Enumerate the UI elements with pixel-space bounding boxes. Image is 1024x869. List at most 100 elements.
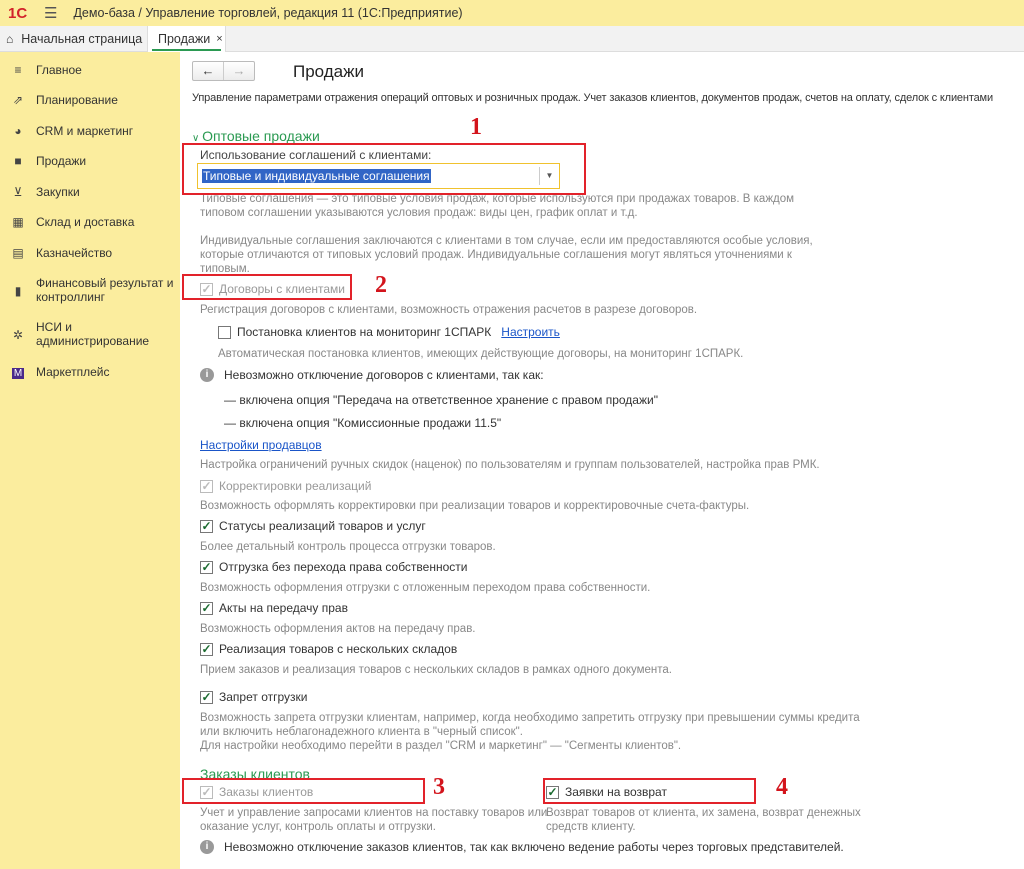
sidebar-item-nsi[interactable]: ✲ НСИ и администрирование [0,320,180,348]
bag-icon: ■ [14,154,22,168]
option-checkbox[interactable]: ✓ Запрет отгрузки [200,690,307,704]
sidebar-item-sales[interactable]: ■ Продажи [0,154,180,168]
checkbox-label: Статусы реализаций товаров и услуг [219,519,426,533]
sidebar-item-label: Продажи [36,154,87,168]
checkbox-icon: ✓ [200,559,213,574]
section-wholesale[interactable]: ∨ Оптовые продажи [192,128,320,144]
sidebar-item-finance[interactable]: ▮ Финансовый результат и контроллинг [0,276,180,304]
nav-buttons: ← → [192,61,255,81]
option-checkbox[interactable]: ✓ Статусы реализаций товаров и услуг [200,519,426,533]
annotation-number: 3 [433,774,445,800]
help-text: типовом соглашении указываются условия п… [200,207,638,219]
help-text: Для настройки необходимо перейти в разде… [200,740,682,752]
info-text: Невозможно отключение заказов клиентов, … [224,840,844,854]
sidebar-item-label: контроллинг [36,290,105,304]
sidebar-item-label: CRM и маркетинг [36,124,134,138]
help-text: Возможность оформления отгрузки с отложе… [200,582,651,594]
checkbox-label: Корректировки реализаций [219,479,372,493]
tab-home[interactable]: ⌂ Начальная страница [0,26,148,52]
sidebar-item-purchases[interactable]: ⊻ Закупки [0,185,180,199]
chart-icon: ⇗ [12,93,24,107]
sidebar-item-label: Маркетплейс [36,365,110,379]
help-text: Учет и управление запросами клиентов на … [200,807,548,819]
checkbox-icon: ✓ [200,478,213,493]
forward-button[interactable]: → [224,62,254,80]
home-icon: ⌂ [6,32,14,46]
checkbox-label: Акты на передачу прав [219,601,348,615]
help-text: Настройка ограничений ручных скидок (нац… [200,459,820,471]
info-icon: i [200,368,214,382]
coins-icon: ▤ [12,246,24,260]
checkbox-label: Реализация товаров с нескольких складов [219,642,458,656]
sidebar-item-main[interactable]: ≡ Главное [0,63,180,77]
checkbox-label: Запрет отгрузки [219,690,308,704]
annotation-box [543,778,756,804]
pie-icon: ◕ [14,124,22,138]
annotation-number: 1 [470,114,482,140]
sidebar-item-crm[interactable]: ◕ CRM и маркетинг [0,124,180,138]
checkbox-label: Постановка клиентов на мониторинг 1СПАРК [237,325,492,339]
spark-checkbox[interactable]: Постановка клиентов на мониторинг 1СПАРК… [218,325,560,339]
sidebar-item-label: Закупки [36,185,80,199]
sidebar-item-label: Финансовый результат и [36,276,174,290]
sidebar-item-treasury[interactable]: ▤ Казначейство [0,246,180,260]
tab-label: Начальная страница [21,32,143,46]
info-text: Невозможно отключение договоров с клиент… [224,368,544,382]
sellers-settings-link[interactable]: Настройки продавцов [200,438,322,452]
orders-info: i Невозможно отключение заказов клиентов,… [200,840,844,854]
help-text: которые отличаются от типовых условий пр… [200,249,792,261]
bar-chart-icon: ▮ [14,284,22,298]
cart-icon: ⊻ [13,185,23,199]
sidebar-item-label: Склад и доставка [36,215,135,229]
checkbox-icon: ✓ [200,600,213,615]
checkbox-icon [218,325,231,339]
help-text: Возможность оформления актов на передачу… [200,623,476,635]
info-text: — включена опция "Комиссионные продажи 1… [224,416,502,430]
help-text: оказание услуг, контроль оплаты и отгруз… [200,821,436,833]
help-text: Возможность оформлять корректировки при … [200,500,750,512]
grid-icon: ▦ [12,215,24,229]
sidebar-item-label: администрирование [36,334,150,348]
sidebar-item-marketplace[interactable]: M Маркетплейс [0,365,180,379]
title-bar: 1С ☰ Демо-база / Управление торговлей, р… [0,0,1024,26]
info-text: — включена опция "Передача на ответствен… [224,393,658,407]
tab-sales[interactable]: Продажи × [148,26,226,52]
sidebar-item-label: Планирование [36,93,118,107]
app-logo: 1С [8,4,28,22]
checkbox-icon: ✓ [200,518,213,533]
checkbox-icon: ✓ [200,689,213,704]
tab-bar: ⌂ Начальная страница Продажи × [0,26,1024,52]
help-text: или включить неблагонадежного клиента в … [200,726,523,738]
help-text: Автоматическая постановка клиентов, имею… [218,348,744,360]
option-checkbox[interactable]: ✓ Акты на передачу прав [200,601,348,615]
sidebar-item-label: НСИ и [36,320,72,334]
contracts-info: i Невозможно отключение договоров с клиен… [200,368,544,382]
annotation-number: 4 [776,774,788,800]
checkbox-label: Отгрузка без перехода права собственност… [219,560,468,574]
sidebar-item-warehouse[interactable]: ▦ Склад и доставка [0,215,180,229]
annotation-box [182,778,425,804]
close-icon[interactable]: × [216,33,222,45]
help-text: Возврат товаров от клиента, их замена, в… [546,807,861,819]
sidebar-item-label: Главное [36,63,82,77]
tab-label: Продажи [158,32,211,46]
spark-setup-link[interactable]: Настроить [501,325,560,339]
page-description: Управление параметрами отражения операци… [192,92,993,104]
annotation-box [182,143,586,195]
help-text: Индивидуальные соглашения заключаются с … [200,235,813,247]
option-checkbox[interactable]: ✓ Корректировки реализаций [200,479,371,493]
help-text: средств клиенту. [546,821,636,833]
main-content: ← → Продажи Управление параметрами отраже… [180,52,1024,869]
sidebar-item-planning[interactable]: ⇗ Планирование [0,93,180,107]
back-button[interactable]: ← [193,62,224,80]
annotation-number: 2 [375,272,387,298]
sidebar: ≡ Главное ⇗ Планирование ◕ CRM и маркетинг … [0,52,180,869]
help-text: Регистрация договоров с клиентами, возмо… [200,304,698,316]
marketplace-icon: M [11,368,25,379]
option-checkbox[interactable]: ✓ Отгрузка без перехода права собственнос… [200,560,467,574]
section-title: Оптовые продажи [202,128,320,144]
menu-icon[interactable]: ☰ [44,4,57,22]
option-checkbox[interactable]: ✓ Реализация товаров с нескольких складов [200,642,457,656]
help-text: Возможность запрета отгрузки клиентам, н… [200,712,860,724]
annotation-box [182,274,352,300]
